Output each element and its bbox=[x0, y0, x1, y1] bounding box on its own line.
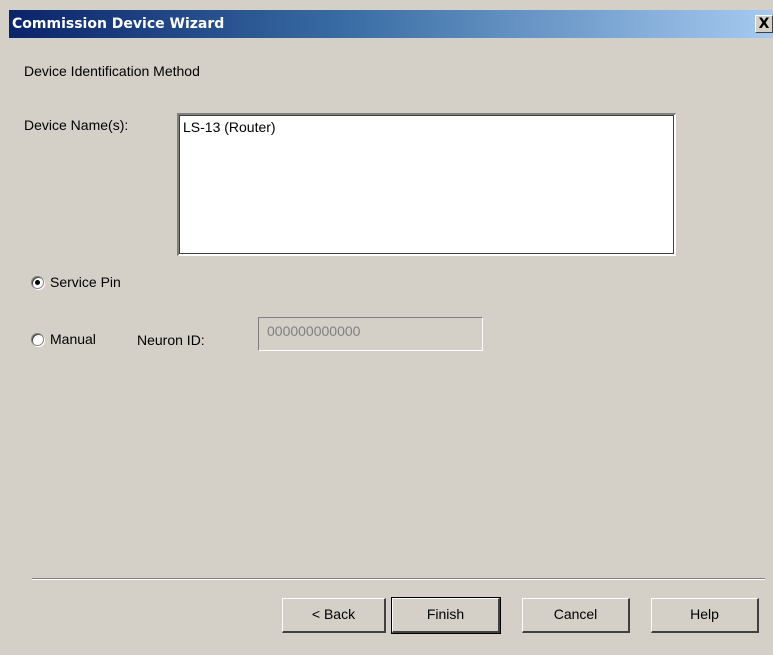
close-icon: X bbox=[758, 16, 770, 32]
manual-label[interactable]: Manual bbox=[50, 331, 96, 347]
section-title: Device Identification Method bbox=[24, 63, 200, 79]
device-names-label: Device Name(s): bbox=[24, 117, 129, 133]
back-button[interactable]: < Back bbox=[282, 598, 386, 633]
cancel-button[interactable]: Cancel bbox=[522, 598, 630, 633]
close-button[interactable]: X bbox=[755, 15, 773, 33]
button-divider bbox=[32, 578, 765, 580]
window-title: Commission Device Wizard bbox=[12, 16, 225, 32]
manual-radio[interactable] bbox=[31, 332, 44, 346]
help-button[interactable]: Help bbox=[651, 598, 759, 633]
list-item[interactable]: LS-13 (Router) bbox=[183, 119, 671, 136]
neuron-id-field[interactable]: 000000000000 bbox=[258, 317, 483, 351]
neuron-id-label: Neuron ID: bbox=[137, 332, 205, 348]
service-pin-label[interactable]: Service Pin bbox=[50, 274, 121, 290]
device-names-list[interactable]: LS-13 (Router) bbox=[177, 113, 676, 256]
service-pin-option[interactable]: Service Pin bbox=[31, 274, 121, 290]
finish-button[interactable]: Finish bbox=[391, 597, 501, 634]
service-pin-radio[interactable] bbox=[31, 275, 44, 289]
manual-option[interactable]: Manual bbox=[31, 331, 96, 347]
title-bar[interactable]: Commission Device Wizard X bbox=[9, 10, 773, 38]
